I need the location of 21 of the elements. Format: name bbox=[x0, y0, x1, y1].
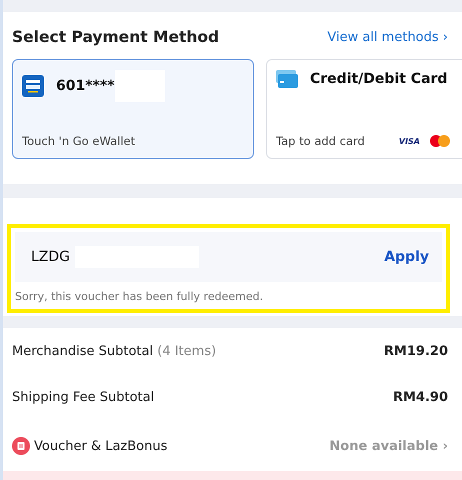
voucher-icon bbox=[12, 437, 30, 456]
method-subtitle: Tap to add card bbox=[276, 134, 365, 148]
summary-label: Shipping Fee Subtotal bbox=[12, 390, 154, 406]
view-all-link[interactable]: View all methods › bbox=[327, 30, 448, 44]
summary-value: RM19.20 bbox=[384, 344, 448, 359]
apply-button[interactable]: Apply bbox=[384, 249, 429, 265]
summary-value: RM4.90 bbox=[392, 390, 448, 406]
payment-method-card[interactable]: Credit/Debit Card Tap to add card VISA bbox=[266, 59, 462, 159]
method-subtitle: Touch 'n Go eWallet bbox=[22, 134, 136, 148]
circles-logo-icon bbox=[430, 135, 450, 147]
wallet-logo-icon bbox=[22, 75, 44, 97]
method-name: 601**** bbox=[56, 78, 115, 94]
summary-label: Voucher & LazBonus bbox=[34, 438, 168, 454]
payment-method-card[interactable]: 601**** Touch 'n Go eWallet bbox=[12, 59, 254, 159]
card-icon bbox=[276, 70, 298, 88]
method-name: Credit/Debit Card bbox=[310, 71, 448, 87]
error-message: Sorry, this voucher has been fully redeemed. bbox=[15, 290, 264, 303]
card-brand: VISA bbox=[398, 136, 420, 146]
summary-label: Merchandise Subtotal (4 Items) bbox=[12, 344, 216, 359]
section-title: Select Payment Method bbox=[12, 28, 220, 46]
voucher-field[interactable]: LZDG Apply bbox=[15, 232, 442, 282]
